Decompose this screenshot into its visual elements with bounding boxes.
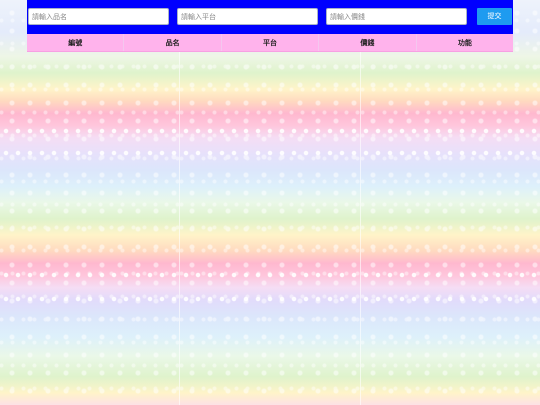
pearl-string-decoration <box>0 150 540 156</box>
pearl-string-decoration <box>0 272 540 278</box>
background-panel <box>0 0 180 405</box>
column-header-platform: 平台 <box>220 34 318 51</box>
background-panel <box>359 0 540 405</box>
column-header-price: 價錢 <box>318 34 415 51</box>
product-name-input[interactable] <box>28 8 169 25</box>
pearl-string-decoration <box>0 296 540 302</box>
product-form: 提交 <box>27 0 513 34</box>
column-header-id: 編號 <box>68 38 83 47</box>
table-header: 編號 品名 平台 價錢 功能 <box>27 34 513 52</box>
submit-button[interactable]: 提交 <box>477 8 512 25</box>
pastel-background <box>0 0 540 405</box>
platform-input[interactable] <box>177 8 318 25</box>
pearl-string-decoration <box>0 128 540 134</box>
column-header-name: 品名 <box>123 34 220 51</box>
background-panel <box>179 0 360 405</box>
column-header-actions: 功能 <box>415 34 513 51</box>
price-input[interactable] <box>326 8 467 25</box>
